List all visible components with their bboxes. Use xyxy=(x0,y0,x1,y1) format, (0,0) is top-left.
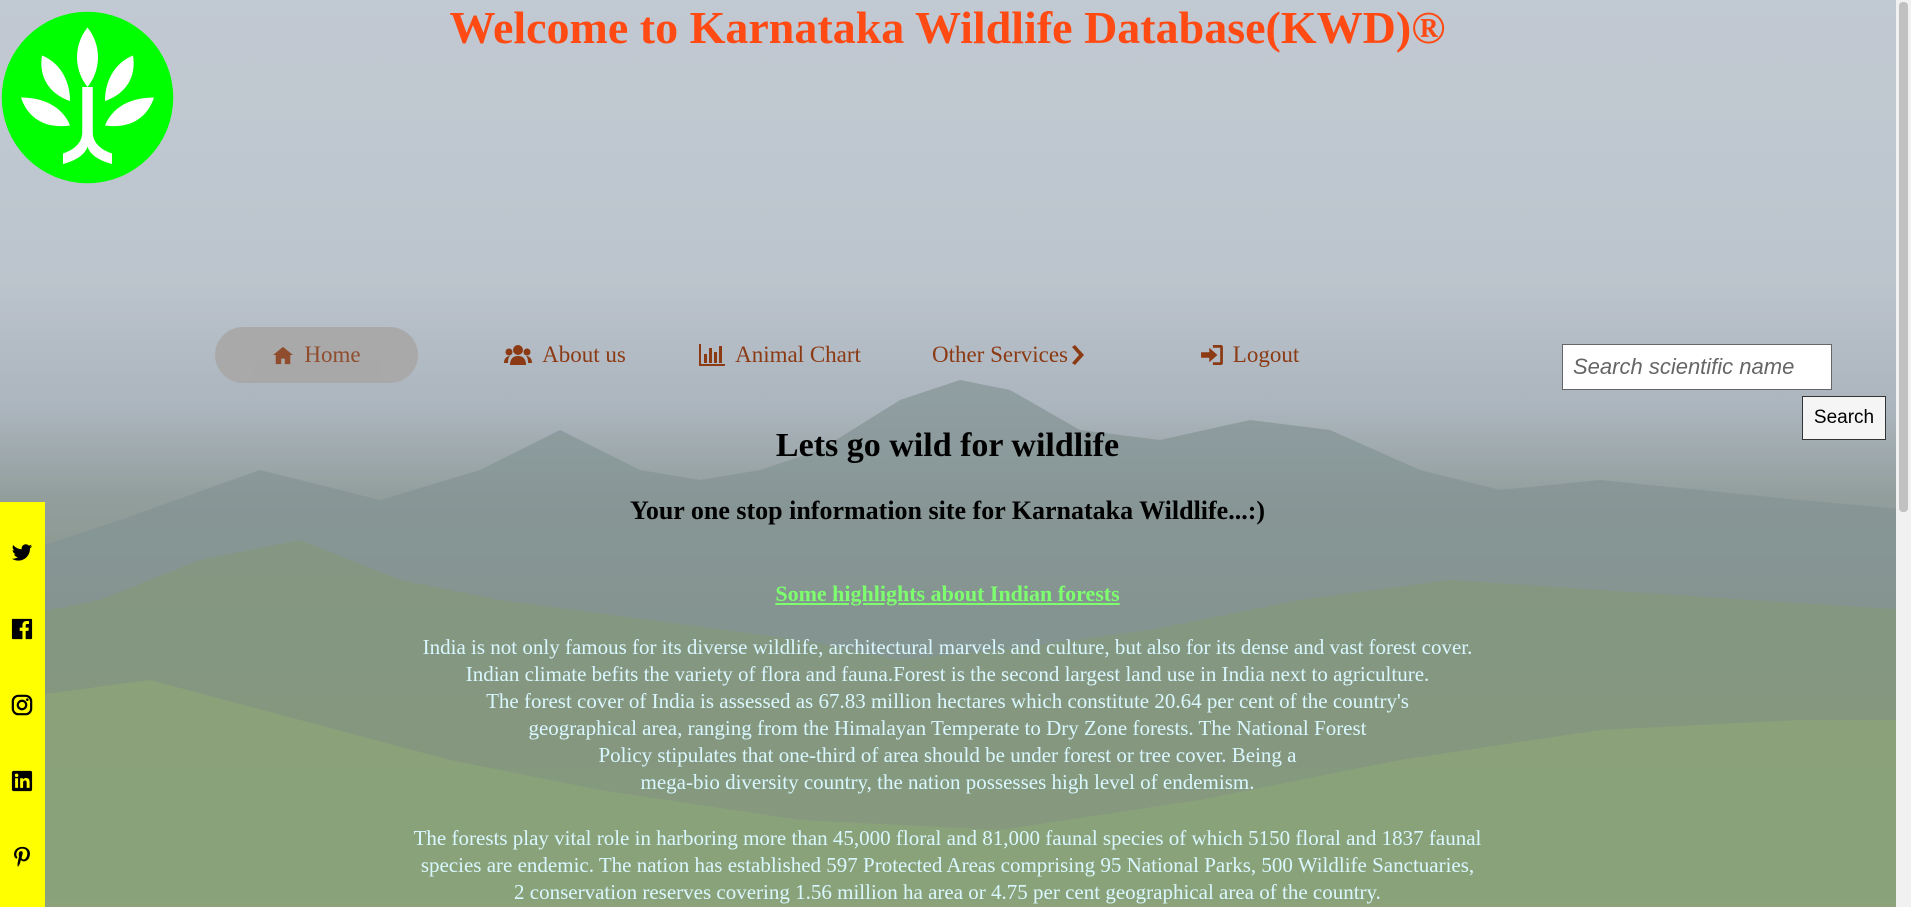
chevron-right-icon xyxy=(1072,345,1085,365)
home-icon xyxy=(273,346,294,365)
nav-other-services[interactable]: Other Services xyxy=(918,327,1098,383)
nav-other-services-label: Other Services xyxy=(931,342,1069,367)
page-headline: Lets go wild for wildlife xyxy=(775,427,1120,464)
main-nav: Home About us Animal Chart Other Service… xyxy=(0,327,1400,383)
nav-about-us[interactable]: About us xyxy=(480,327,650,383)
nav-animal-chart-label: Animal Chart xyxy=(735,342,861,367)
users-icon xyxy=(504,345,533,365)
paragraph-line: India is not only famous for its diverse… xyxy=(422,635,1473,659)
page-subheadline: Your one stop information site for Karna… xyxy=(629,496,1266,525)
paragraph-line: The forest cover of India is assessed as… xyxy=(486,689,1409,713)
search-input[interactable] xyxy=(1562,344,1832,390)
paragraph-line: Indian climate befits the variety of flo… xyxy=(465,662,1430,686)
facebook-icon[interactable] xyxy=(11,618,33,640)
sign-in-icon xyxy=(1200,345,1223,365)
pinterest-icon[interactable] xyxy=(11,846,33,868)
paragraph-line: Policy stipulates that one-third of area… xyxy=(598,743,1297,767)
nav-logout-label: Logout xyxy=(1232,342,1300,367)
paragraph-line: geographical area, ranging from the Hima… xyxy=(528,716,1367,740)
nav-logout[interactable]: Logout xyxy=(1180,327,1320,383)
nav-animal-chart[interactable]: Animal Chart xyxy=(690,327,870,383)
linkedin-icon[interactable] xyxy=(11,770,33,792)
forest-paragraph-1: India is not only famous for its diverse… xyxy=(320,634,1575,796)
paragraph-line: 2 conservation reserves covering 1.56 mi… xyxy=(514,880,1381,904)
bar-chart-icon xyxy=(699,344,726,366)
forest-paragraph-2: The forests play vital role in harboring… xyxy=(320,825,1575,906)
instagram-icon[interactable] xyxy=(11,694,33,716)
page-scrollbar[interactable] xyxy=(1896,0,1911,907)
paragraph-line: species are endemic. The nation has esta… xyxy=(420,853,1475,877)
twitter-icon[interactable] xyxy=(11,542,33,564)
highlights-link[interactable]: Some highlights about Indian forests xyxy=(775,581,1119,606)
paragraph-line: The forests play vital role in harboring… xyxy=(413,826,1482,850)
nav-home[interactable]: Home xyxy=(215,327,418,383)
paragraph-line: mega-bio diversity country, the nation p… xyxy=(640,770,1255,794)
nav-home-label: Home xyxy=(304,342,361,367)
nav-about-label: About us xyxy=(542,342,626,367)
scrollbar-thumb[interactable] xyxy=(1899,2,1908,512)
site-title: Welcome to Karnataka Wildlife Database(K… xyxy=(449,2,1446,53)
social-sidebar xyxy=(0,502,45,907)
